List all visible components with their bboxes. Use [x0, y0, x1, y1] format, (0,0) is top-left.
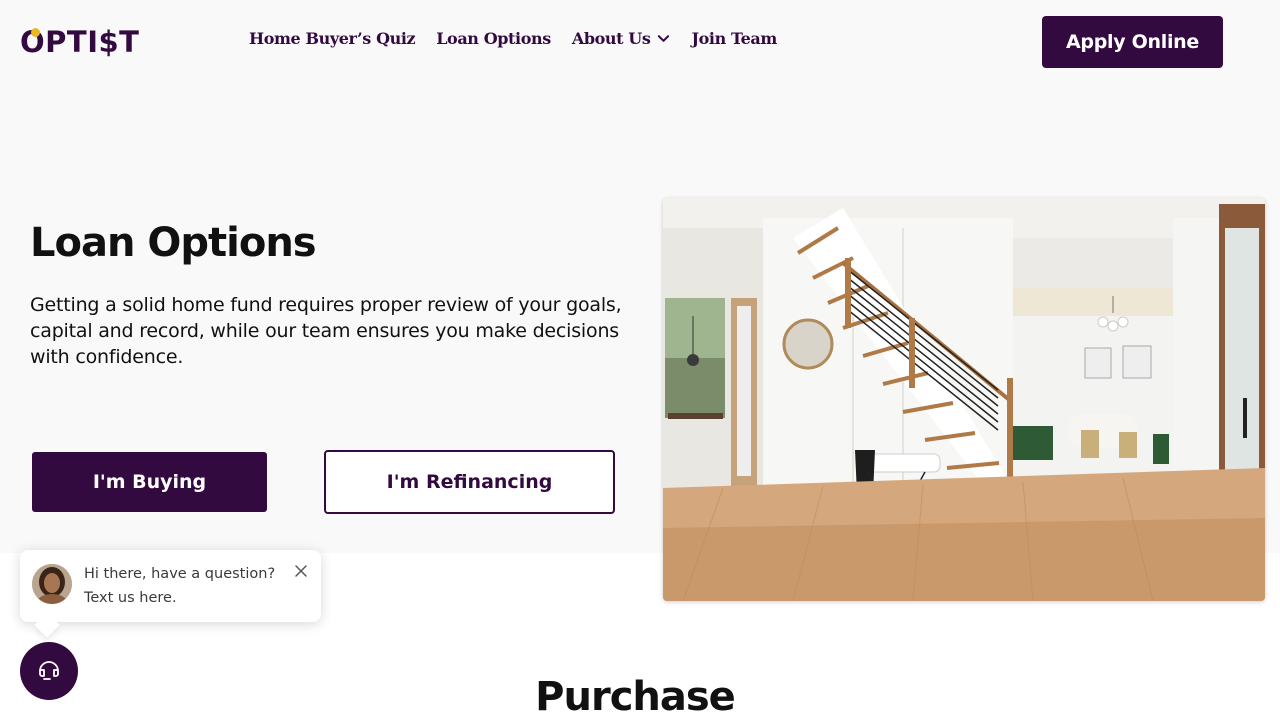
apply-online-button[interactable]: Apply Online: [1042, 16, 1223, 68]
nav-about-us-label: About Us: [571, 29, 651, 48]
close-icon[interactable]: [294, 564, 308, 578]
im-buying-button[interactable]: I'm Buying: [32, 452, 267, 512]
site-logo[interactable]: OPTI$T: [20, 26, 139, 58]
chat-message: Hi there, have a question? Text us here.: [84, 562, 275, 610]
main-nav: Home Buyer’s Quiz Loan Options About Us …: [249, 29, 798, 48]
chat-prompt-card[interactable]: Hi there, have a question? Text us here.: [20, 550, 321, 622]
chat-message-line1: Hi there, have a question?: [84, 566, 276, 582]
agent-avatar: [32, 564, 72, 604]
nav-about-us[interactable]: About Us: [572, 29, 671, 48]
page-title: Loan Options: [30, 220, 317, 266]
im-refinancing-button[interactable]: I'm Refinancing: [324, 450, 615, 514]
logo-accent-dot: [31, 28, 40, 37]
hero-interior-image: [663, 198, 1265, 601]
nav-home-buyers-quiz[interactable]: Home Buyer’s Quiz: [249, 29, 416, 48]
nav-loan-options[interactable]: Loan Options: [436, 29, 551, 48]
chat-message-line2: Text us here.: [84, 590, 177, 606]
nav-join-team[interactable]: Join Team: [691, 29, 777, 48]
hero-description: Getting a solid home fund requires prope…: [30, 294, 622, 368]
chevron-down-icon: [658, 35, 670, 42]
section-title-purchase: Purchase: [535, 674, 736, 720]
